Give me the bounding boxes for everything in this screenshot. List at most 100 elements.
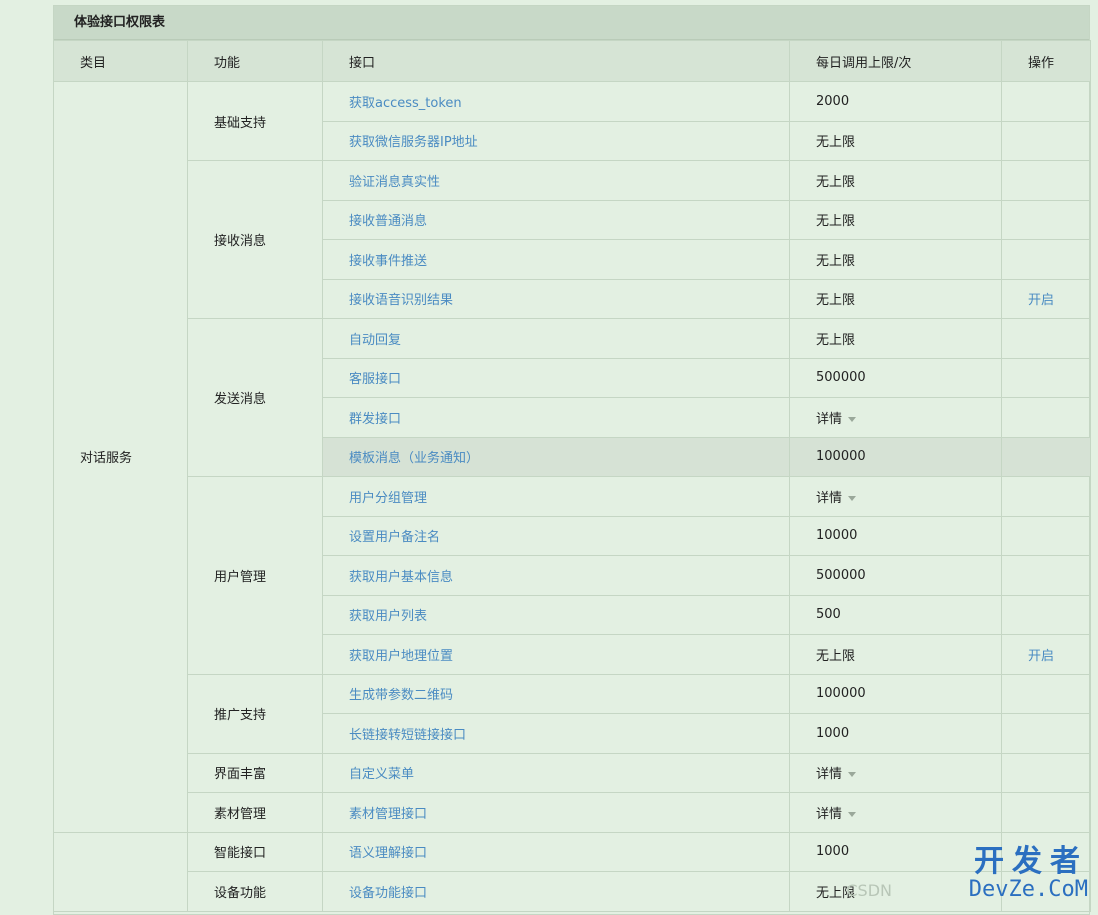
panel-title: 体验接口权限表 <box>54 6 1089 40</box>
api-link[interactable]: 语义理解接口 <box>323 832 790 872</box>
action-cell: 开启 <box>1002 279 1091 319</box>
action-cell <box>1002 82 1091 122</box>
limit-cell: 100000 <box>790 674 1002 714</box>
action-cell <box>1002 121 1091 161</box>
api-link[interactable]: 自定义菜单 <box>323 753 790 793</box>
action-cell <box>1002 477 1091 517</box>
api-link[interactable]: 群发接口 <box>323 398 790 438</box>
action-cell <box>1002 437 1091 477</box>
header-api: 接口 <box>323 41 790 82</box>
limit-cell: 无上限 <box>790 872 1002 912</box>
table-row: 智能接口 语义理解接口 1000 <box>54 832 1091 872</box>
action-cell <box>1002 832 1091 872</box>
function-cell: 界面丰富 <box>188 753 323 793</box>
table-header-row: 类目 功能 接口 每日调用上限/次 操作 <box>54 41 1091 82</box>
api-link[interactable]: 设置用户备注名 <box>323 516 790 556</box>
api-link[interactable]: 用户分组管理 <box>323 477 790 517</box>
table-row: 素材管理 素材管理接口 详情 <box>54 793 1091 833</box>
function-cell: 用户管理 <box>188 477 323 675</box>
action-cell <box>1002 753 1091 793</box>
action-cell <box>1002 240 1091 280</box>
caret-down-icon <box>848 812 856 817</box>
api-link[interactable]: 获取用户基本信息 <box>323 556 790 596</box>
limit-details-dropdown[interactable]: 详情 <box>790 753 1002 793</box>
category-cell <box>54 832 188 911</box>
function-cell: 推广支持 <box>188 674 323 753</box>
action-cell <box>1002 793 1091 833</box>
api-link[interactable]: 自动回复 <box>323 319 790 359</box>
table-row: 推广支持 生成带参数二维码 100000 <box>54 674 1091 714</box>
action-cell <box>1002 674 1091 714</box>
api-link[interactable]: 素材管理接口 <box>323 793 790 833</box>
function-cell: 设备功能 <box>188 872 323 912</box>
limit-cell: 10000 <box>790 516 1002 556</box>
action-cell <box>1002 161 1091 201</box>
api-link[interactable]: 长链接转短链接接口 <box>323 714 790 754</box>
limit-cell: 无上限 <box>790 161 1002 201</box>
api-link[interactable]: 设备功能接口 <box>323 872 790 912</box>
action-cell <box>1002 595 1091 635</box>
limit-cell: 无上限 <box>790 240 1002 280</box>
action-cell <box>1002 556 1091 596</box>
limit-cell: 无上限 <box>790 121 1002 161</box>
function-cell: 智能接口 <box>188 832 323 872</box>
enable-link[interactable]: 开启 <box>1028 649 1054 664</box>
function-cell: 素材管理 <box>188 793 323 833</box>
action-cell <box>1002 516 1091 556</box>
category-cell: 对话服务 <box>54 82 188 833</box>
details-label: 详情 <box>816 807 842 822</box>
limit-cell: 2000 <box>790 82 1002 122</box>
table-row: 设备功能 设备功能接口 无上限 <box>54 872 1091 912</box>
limit-details-dropdown[interactable]: 详情 <box>790 793 1002 833</box>
function-cell: 接收消息 <box>188 161 323 319</box>
limit-cell: 500000 <box>790 556 1002 596</box>
action-cell <box>1002 319 1091 359</box>
limit-cell: 无上限 <box>790 200 1002 240</box>
function-cell: 基础支持 <box>188 82 323 161</box>
limit-cell: 无上限 <box>790 279 1002 319</box>
enable-link[interactable]: 开启 <box>1028 293 1054 308</box>
table-row: 对话服务 基础支持 获取access_token 2000 <box>54 82 1091 122</box>
action-cell <box>1002 358 1091 398</box>
header-function: 功能 <box>188 41 323 82</box>
caret-down-icon <box>848 417 856 422</box>
limit-details-dropdown[interactable]: 详情 <box>790 398 1002 438</box>
api-link[interactable]: 获取微信服务器IP地址 <box>323 121 790 161</box>
action-cell <box>1002 714 1091 754</box>
table-row: 发送消息 自动回复 无上限 <box>54 319 1091 359</box>
limit-cell: 500 <box>790 595 1002 635</box>
limit-cell: 1000 <box>790 714 1002 754</box>
api-link[interactable]: 获取用户地理位置 <box>323 635 790 675</box>
action-cell <box>1002 200 1091 240</box>
api-link[interactable]: 验证消息真实性 <box>323 161 790 201</box>
details-label: 详情 <box>816 412 842 427</box>
api-link[interactable]: 获取access_token <box>323 82 790 122</box>
table-row: 界面丰富 自定义菜单 详情 <box>54 753 1091 793</box>
action-cell <box>1002 872 1091 912</box>
limit-details-dropdown[interactable]: 详情 <box>790 477 1002 517</box>
api-permission-table: 类目 功能 接口 每日调用上限/次 操作 对话服务 基础支持 获取access_… <box>53 40 1091 912</box>
api-link[interactable]: 模板消息（业务通知） <box>323 437 790 477</box>
action-cell: 开启 <box>1002 635 1091 675</box>
api-link[interactable]: 生成带参数二维码 <box>323 674 790 714</box>
limit-cell: 无上限 <box>790 319 1002 359</box>
limit-cell: 1000 <box>790 832 1002 872</box>
function-cell: 发送消息 <box>188 319 323 477</box>
table-row: 接收消息 验证消息真实性 无上限 <box>54 161 1091 201</box>
limit-cell: 无上限 <box>790 635 1002 675</box>
caret-down-icon <box>848 496 856 501</box>
table-row: 用户管理 用户分组管理 详情 <box>54 477 1091 517</box>
action-cell <box>1002 398 1091 438</box>
limit-cell: 100000 <box>790 437 1002 477</box>
header-limit: 每日调用上限/次 <box>790 41 1002 82</box>
details-label: 详情 <box>816 767 842 782</box>
permissions-panel: 体验接口权限表 类目 功能 接口 每日调用上限/次 操作 对话服务 基础支持 获… <box>53 5 1090 915</box>
details-label: 详情 <box>816 491 842 506</box>
caret-down-icon <box>848 772 856 777</box>
api-link[interactable]: 接收普通消息 <box>323 200 790 240</box>
api-link[interactable]: 接收语音识别结果 <box>323 279 790 319</box>
api-link[interactable]: 客服接口 <box>323 358 790 398</box>
api-link[interactable]: 获取用户列表 <box>323 595 790 635</box>
csdn-watermark: CSDN <box>846 881 892 900</box>
api-link[interactable]: 接收事件推送 <box>323 240 790 280</box>
